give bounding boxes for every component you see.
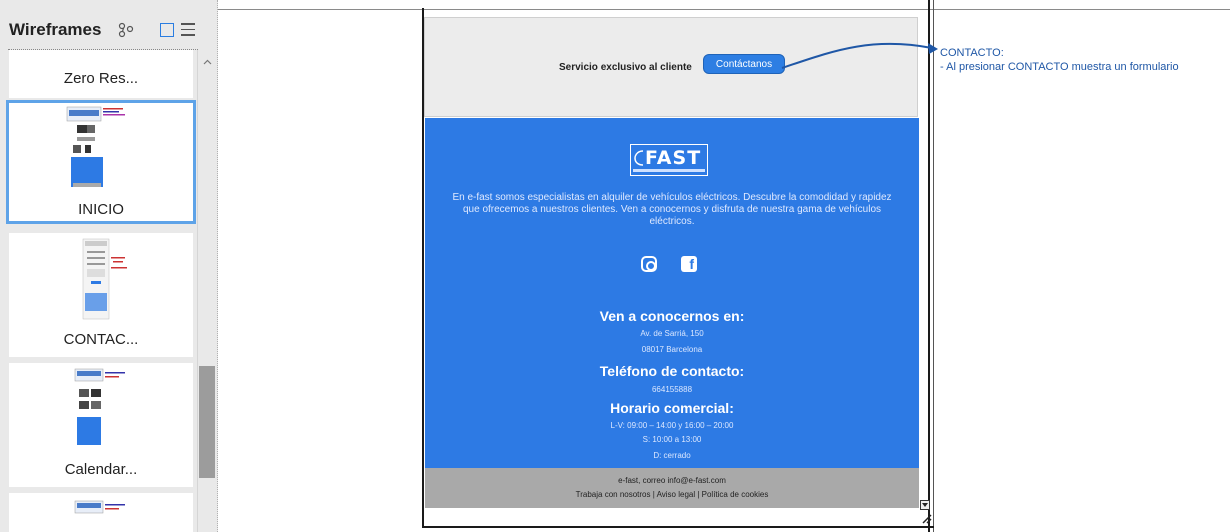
thumbnail-next[interactable] (9, 493, 193, 532)
thumbnail-label: Zero Res... (63, 70, 139, 87)
efast-logo: FAST (630, 144, 708, 176)
thumbnail-list: Zero Res... INICIO CONTAC... Calendar... (0, 50, 196, 532)
address-line: Av. de Sarriá, 150 (640, 329, 704, 338)
exclusive-service-text: Servicio exclusivo al cliente (559, 62, 692, 73)
footer-contact-text: e-fast, correo info@e-fast.com (618, 476, 726, 485)
social-links: f (425, 256, 919, 276)
phone-number: 664155888 (651, 385, 693, 394)
list-view-icon[interactable] (181, 23, 195, 37)
wireframe-frame[interactable]: Servicio exclusivo al cliente Contáctano… (420, 0, 936, 532)
hours-line: D: cerrado (653, 451, 691, 460)
thumbnail-zero-res[interactable]: Zero Res... (9, 50, 193, 98)
frame-edge (422, 526, 934, 528)
phone-heading: Teléfono de contacto: (599, 363, 745, 379)
scrollbar-thumb[interactable] (199, 366, 215, 478)
hours-line: S: 10:00 a 13:00 (642, 435, 702, 444)
thumbnail-contacto[interactable]: CONTAC... (9, 233, 193, 357)
grid-view-icon[interactable] (160, 23, 174, 37)
company-description: En e-fast somos especialistas en alquile… (452, 192, 892, 227)
contact-annotation[interactable]: CONTACTO: - Al presionar CONTACTO muestr… (940, 46, 1179, 74)
address-line: 08017 Barcelona (641, 345, 703, 354)
resize-handle-icon[interactable] (920, 512, 932, 524)
hours-line: L-V: 09:00 – 14:00 y 16:00 – 20:00 (610, 421, 734, 430)
thumbnail-label: INICIO (78, 201, 124, 218)
thumbnail-inicio[interactable]: INICIO (6, 100, 196, 224)
contact-section: Servicio exclusivo al cliente Contáctano… (424, 17, 918, 117)
sidebar-scrollbar[interactable] (197, 50, 216, 532)
facebook-icon[interactable]: f (681, 256, 697, 272)
panel-title: Wireframes (9, 20, 102, 39)
chevron-up-icon[interactable] (203, 58, 212, 67)
wireframes-panel: Wireframes Zero Res... INICIO CONTAC... … (0, 0, 218, 532)
chevron-down-icon[interactable] (920, 500, 930, 510)
site-footer: FAST En e-fast somos especialistas en al… (425, 118, 919, 468)
panel-header: Wireframes (0, 14, 218, 50)
thumbnail-label: Calendar... (64, 461, 138, 478)
contact-button[interactable]: Contáctanos (703, 54, 785, 74)
thumbnail-preview (74, 500, 125, 514)
footer-bottom-bar: e-fast, correo info@e-fast.com Trabaja c… (425, 468, 919, 508)
frame-edge (928, 0, 930, 532)
instagram-icon[interactable] (641, 256, 657, 272)
share-icon[interactable] (118, 22, 134, 38)
plug-icon (634, 150, 644, 166)
frame-edge (933, 0, 934, 532)
hours-heading: Horario comercial: (610, 400, 734, 416)
footer-links[interactable]: Trabaja con nosotros | Aviso legal | Pol… (425, 490, 919, 499)
visit-heading: Ven a conocernos en: (599, 308, 745, 324)
annotation-body: - Al presionar CONTACTO muestra un formu… (940, 61, 1179, 73)
logo-underline (633, 169, 705, 172)
annotation-title: CONTACTO: (940, 47, 1004, 59)
thumbnail-preview (82, 238, 127, 320)
logo-text: FAST (645, 147, 702, 169)
thumbnail-calendario[interactable]: Calendar... (9, 363, 193, 487)
thumbnail-label: CONTAC... (63, 331, 139, 348)
thumbnail-preview (66, 106, 125, 187)
thumbnail-preview (74, 368, 125, 445)
